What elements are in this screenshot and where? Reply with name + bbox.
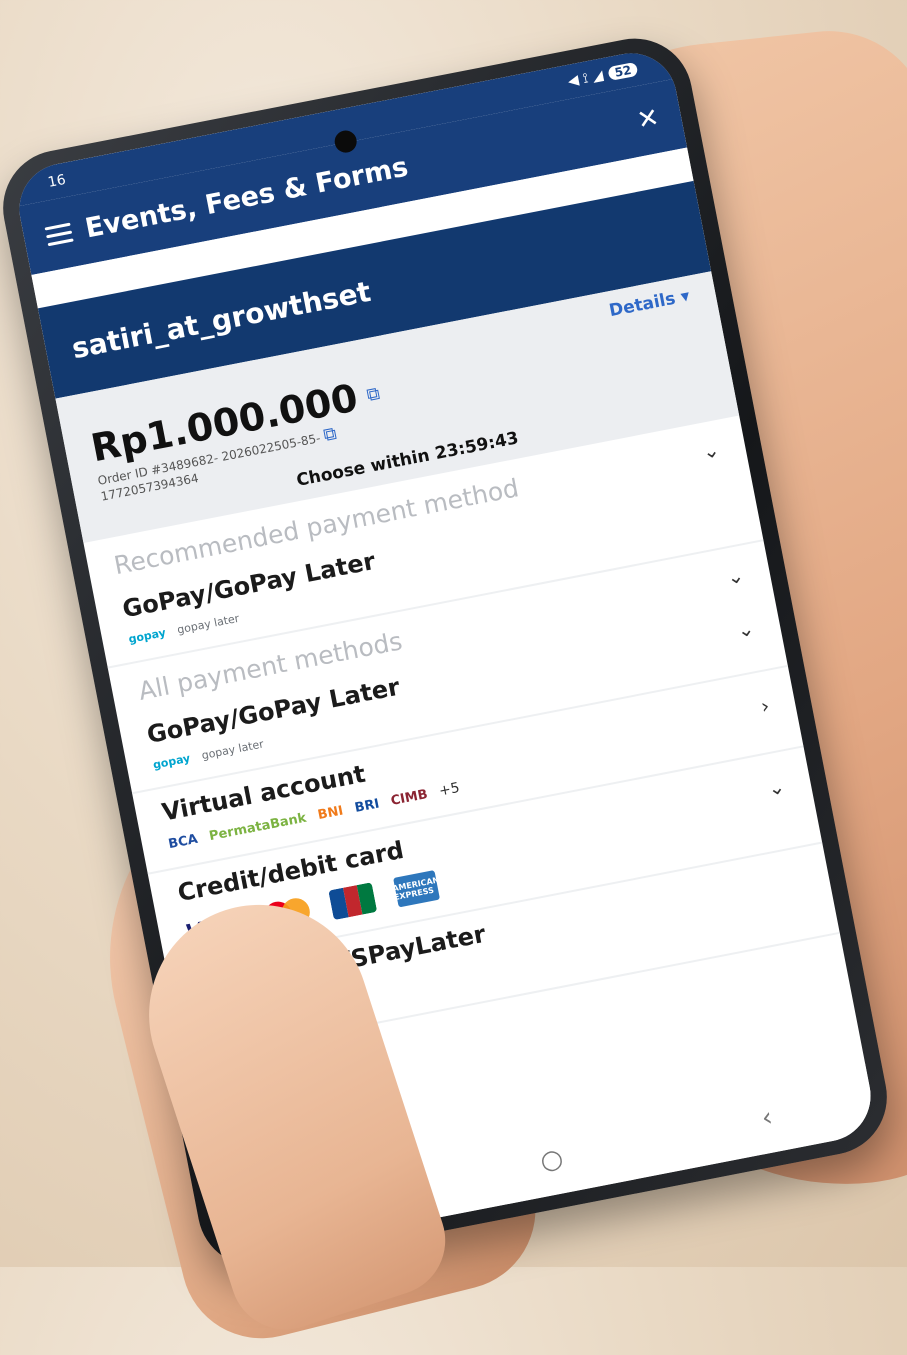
status-time: 16 [46, 171, 68, 191]
back-button[interactable]: ‹ [759, 1102, 775, 1133]
bank-logo-cimb: CIMB [389, 786, 429, 809]
gopay-later-logo: gopay later [200, 737, 265, 763]
battery-badge: 52 [607, 61, 639, 81]
close-icon[interactable]: ✕ [635, 103, 662, 137]
bank-logo-bca: BCA [167, 831, 199, 852]
chevron-right-icon[interactable]: › [759, 693, 771, 718]
signal-icon: ◀ ⟟ ◢ [566, 67, 605, 90]
copy-icon[interactable]: ⧉ [365, 382, 382, 405]
gopay-later-logo: gopay later [176, 611, 241, 637]
home-button[interactable]: ○ [538, 1143, 566, 1177]
jcb-logo [328, 882, 378, 921]
chevron-down-icon[interactable]: ⌄ [725, 562, 746, 589]
hamburger-icon[interactable] [44, 222, 74, 246]
chevron-down-icon[interactable]: ⌄ [700, 437, 721, 464]
more-banks-count: +5 [437, 779, 462, 800]
gopay-logo: gopay [151, 751, 192, 772]
amex-logo: AMERICAN EXPRESS [392, 870, 441, 908]
chevron-down-icon[interactable]: ⌄ [735, 616, 756, 643]
chevron-down-icon[interactable]: ⌄ [766, 774, 787, 801]
bank-logo-bni: BNI [316, 802, 345, 823]
bank-logo-bri: BRI [353, 795, 381, 816]
gopay-logo: gopay [127, 626, 167, 646]
copy-order-id-icon[interactable]: ⧉ [322, 423, 339, 446]
